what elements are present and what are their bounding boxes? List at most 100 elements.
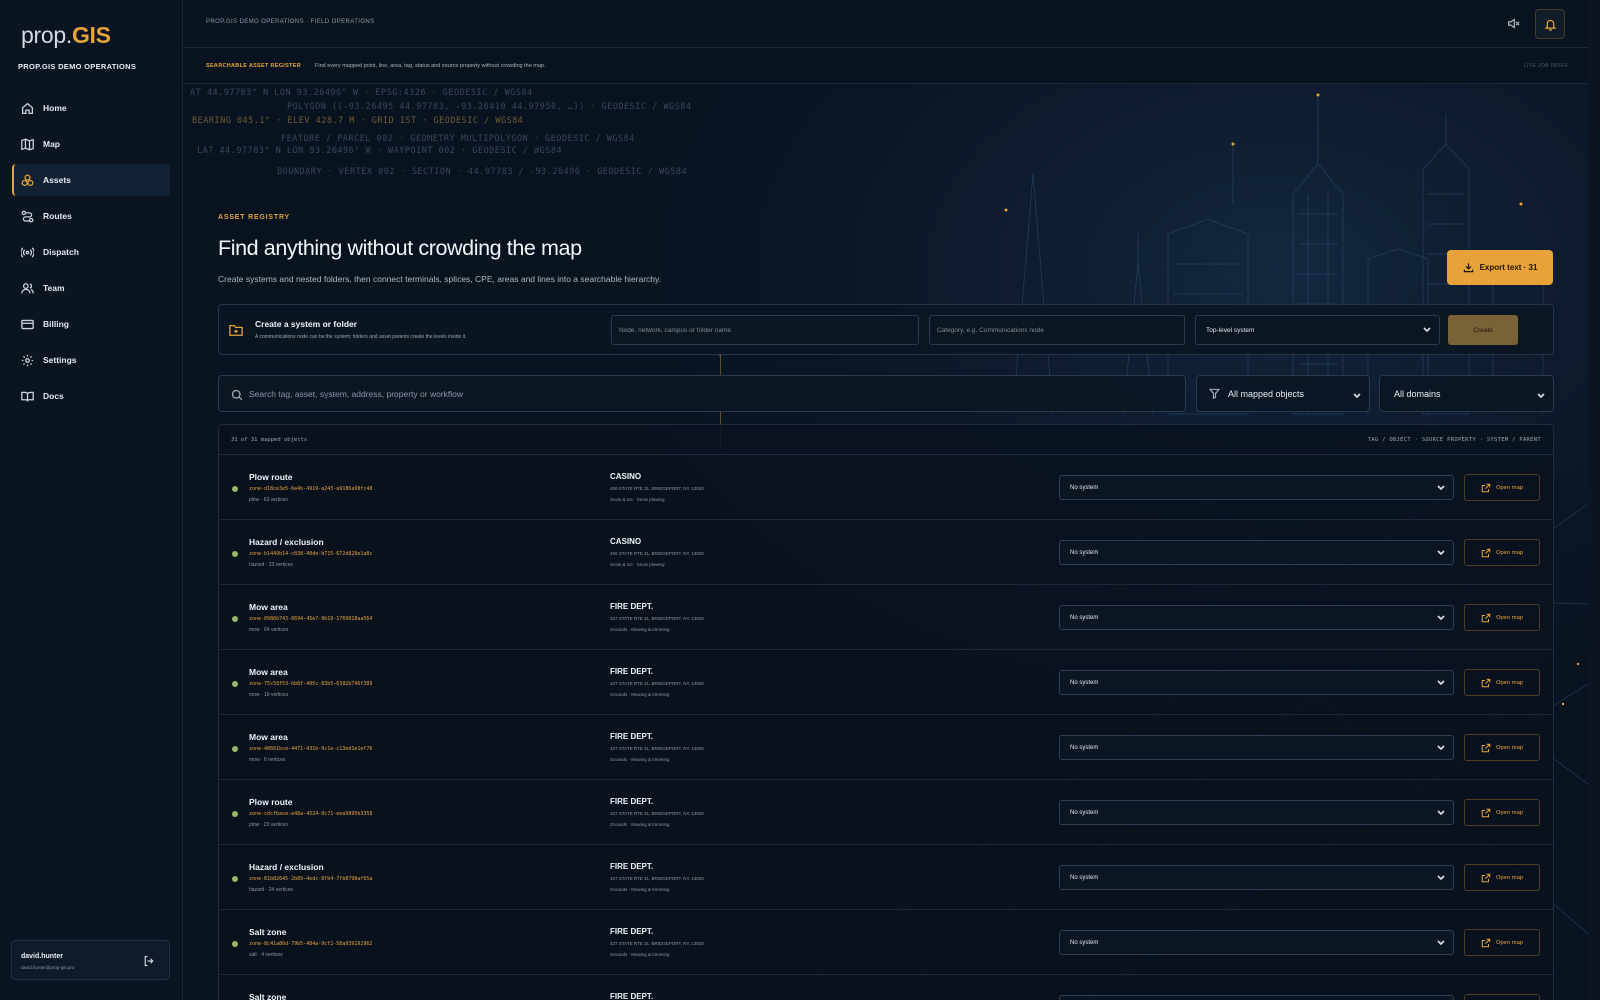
asset-tag: zone-8c41a86d-79b5-484a-9cf2-58a93919296… bbox=[249, 941, 373, 947]
asset-tag: zone-cdcfbace-e48a-4524-8c71-eea9895b335… bbox=[249, 811, 373, 817]
sidebar-nav: Home Map Assets Routes Dispatch Team Bil… bbox=[12, 92, 170, 416]
result-count: 31 of 31 mapped objects bbox=[231, 437, 308, 443]
asset-meta: plow · 23 vertices bbox=[249, 822, 288, 828]
asset-tag: zone-48661bce-4471-431b-9c1e-c13ed1e1ef7… bbox=[249, 746, 373, 752]
chevron-down-icon bbox=[1437, 549, 1445, 556]
logo[interactable]: prop.GIS bbox=[21, 22, 111, 49]
open-map-button[interactable]: Open map bbox=[1464, 669, 1540, 696]
open-map-button[interactable]: Open map bbox=[1464, 994, 1540, 1000]
sidebar-item-docs[interactable]: Docs bbox=[12, 380, 170, 412]
breadcrumb: PROP.GIS DEMO OPERATIONS · FIELD OPERATI… bbox=[206, 19, 375, 25]
create-button[interactable]: Create bbox=[1448, 315, 1518, 345]
workflow: Grounds · Mowing & trimming bbox=[610, 627, 670, 632]
system-select[interactable]: No system bbox=[1059, 800, 1454, 825]
open-map-button[interactable]: Open map bbox=[1464, 864, 1540, 891]
open-map-button[interactable]: Open map bbox=[1464, 604, 1540, 631]
sidebar-item-map[interactable]: Map bbox=[12, 128, 170, 160]
chevron-down-icon bbox=[1437, 679, 1445, 686]
table-row[interactable]: Mow area zone-48661bce-4471-431b-9c1e-c13… bbox=[219, 715, 1553, 780]
asset-tag: zone-75c58f53-bb8f-405c-83b5-6392b746f38… bbox=[249, 681, 373, 687]
page-title: Find anything without crowding the map bbox=[218, 236, 582, 260]
table-row[interactable]: Mow area zone-0986b743-8694-45e7-9b19-176… bbox=[219, 585, 1553, 650]
status-dot bbox=[232, 486, 238, 492]
system-select[interactable]: No system bbox=[1059, 735, 1454, 760]
search-input[interactable] bbox=[249, 376, 1169, 411]
chevron-down-icon bbox=[1437, 484, 1445, 491]
sidebar-item-dispatch[interactable]: Dispatch bbox=[12, 236, 170, 268]
sidebar-item-home[interactable]: Home bbox=[12, 92, 170, 124]
coordinate-readout: LAT 44.97783° N LON 93.26496° W · WAYPOI… bbox=[197, 146, 563, 156]
open-map-button[interactable]: Open map bbox=[1464, 539, 1540, 566]
parent-system-select[interactable]: Top-level system bbox=[1195, 315, 1440, 345]
column-legend: TAG / OBJECT · SOURCE PROPERTY · SYSTEM … bbox=[1367, 437, 1541, 443]
category-input[interactable] bbox=[929, 315, 1185, 345]
object-filter-select[interactable]: All mapped objects bbox=[1196, 375, 1370, 412]
sidebar-item-assets[interactable]: Assets bbox=[12, 164, 170, 196]
asset-tag: zone-0986b743-8694-45e7-9b19-1769818aa56… bbox=[249, 616, 373, 622]
table-row[interactable]: Plow route zone-d18ce3e5-6e4b-4919-a243-a… bbox=[219, 455, 1553, 520]
asset-tag: zone-b1449b14-c838-40de-b715-672d829e1a8… bbox=[249, 551, 373, 557]
open-map-label: Open map bbox=[1495, 614, 1524, 621]
asset-name: Hazard / exclusion bbox=[249, 537, 324, 547]
sidebar-item-routes[interactable]: Routes bbox=[12, 200, 170, 232]
system-select[interactable]: No system bbox=[1059, 865, 1454, 890]
export-text-button[interactable]: Export text · 31 bbox=[1447, 250, 1553, 285]
mute-icon[interactable] bbox=[1507, 17, 1521, 31]
table-row[interactable]: Salt zone FIRE DEPT. No system Open map bbox=[219, 975, 1553, 1000]
notifications-button[interactable] bbox=[1535, 9, 1565, 39]
asset-meta: mow · 64 vertices bbox=[249, 627, 289, 633]
source-property: FIRE DEPT. bbox=[610, 927, 654, 936]
sidebar-item-label: Dispatch bbox=[43, 247, 79, 257]
status-dot bbox=[232, 681, 238, 687]
source-property: FIRE DEPT. bbox=[610, 667, 654, 676]
status-dot bbox=[232, 551, 238, 557]
system-value: No system bbox=[1070, 679, 1099, 686]
page-subtitle: Create systems and nested folders, then … bbox=[218, 274, 662, 284]
table-row[interactable]: Hazard / exclusion zone-b1449b14-c838-40d… bbox=[219, 520, 1553, 585]
system-select[interactable]: No system bbox=[1059, 670, 1454, 695]
bell-icon bbox=[1544, 19, 1556, 31]
logout-icon[interactable] bbox=[143, 954, 155, 967]
system-name-input[interactable] bbox=[611, 315, 919, 345]
open-map-label: Open map bbox=[1495, 484, 1524, 491]
system-select[interactable]: No system bbox=[1059, 605, 1454, 630]
sidebar-item-billing[interactable]: Billing bbox=[12, 308, 170, 340]
chevron-down-icon bbox=[1537, 391, 1545, 398]
open-map-button[interactable]: Open map bbox=[1464, 734, 1540, 761]
source-property: FIRE DEPT. bbox=[610, 732, 654, 741]
external-link-icon bbox=[1481, 743, 1491, 752]
table-row[interactable]: Hazard / exclusion zone-81b82645-2b89-4ed… bbox=[219, 845, 1553, 910]
source-property: CASINO bbox=[610, 472, 642, 481]
source-property: FIRE DEPT. bbox=[610, 992, 654, 1000]
asset-tag: zone-81b82645-2b89-4edc-8fb4-7fb8798af65… bbox=[249, 876, 373, 882]
user-name: david.hunter bbox=[21, 953, 64, 960]
asset-table: 31 of 31 mapped objects TAG / OBJECT · S… bbox=[218, 424, 1554, 1000]
system-select[interactable]: No system bbox=[1059, 995, 1454, 1000]
asset-name: Plow route bbox=[249, 472, 293, 482]
system-value: No system bbox=[1070, 549, 1099, 556]
open-map-button[interactable]: Open map bbox=[1464, 799, 1540, 826]
domain-filter-select[interactable]: All domains bbox=[1379, 375, 1554, 412]
table-row[interactable]: Salt zone zone-8c41a86d-79b5-484a-9cf2-58… bbox=[219, 910, 1553, 975]
system-select[interactable]: No system bbox=[1059, 540, 1454, 565]
workflow: Grounds · Mowing & trimming bbox=[610, 757, 670, 762]
user-card: david.hunter david.hunter@prop-gis.pro bbox=[11, 940, 170, 980]
status-dot bbox=[232, 941, 238, 947]
sidebar-item-settings[interactable]: Settings bbox=[12, 344, 170, 376]
source-property: FIRE DEPT. bbox=[610, 862, 654, 871]
open-map-button[interactable]: Open map bbox=[1464, 929, 1540, 956]
create-description: A communications node can be the system;… bbox=[255, 334, 467, 340]
system-select[interactable]: No system bbox=[1059, 930, 1454, 955]
asset-meta: hazard · 23 vertices bbox=[249, 562, 293, 568]
asset-meta: mow · 6 vertices bbox=[249, 757, 286, 763]
asset-name: Mow area bbox=[249, 667, 288, 677]
system-select[interactable]: No system bbox=[1059, 475, 1454, 500]
table-row[interactable]: Plow route zone-cdcfbace-e48a-4524-8c71-e… bbox=[219, 780, 1553, 845]
table-row[interactable]: Mow area zone-75c58f53-bb8f-405c-83b5-639… bbox=[219, 650, 1553, 715]
sidebar-item-team[interactable]: Team bbox=[12, 272, 170, 304]
external-link-icon bbox=[1481, 808, 1491, 817]
workflow: Grounds · Mowing & trimming bbox=[610, 887, 670, 892]
open-map-button[interactable]: Open map bbox=[1464, 474, 1540, 501]
system-value: No system bbox=[1070, 874, 1099, 881]
source-property: CASINO bbox=[610, 537, 642, 546]
